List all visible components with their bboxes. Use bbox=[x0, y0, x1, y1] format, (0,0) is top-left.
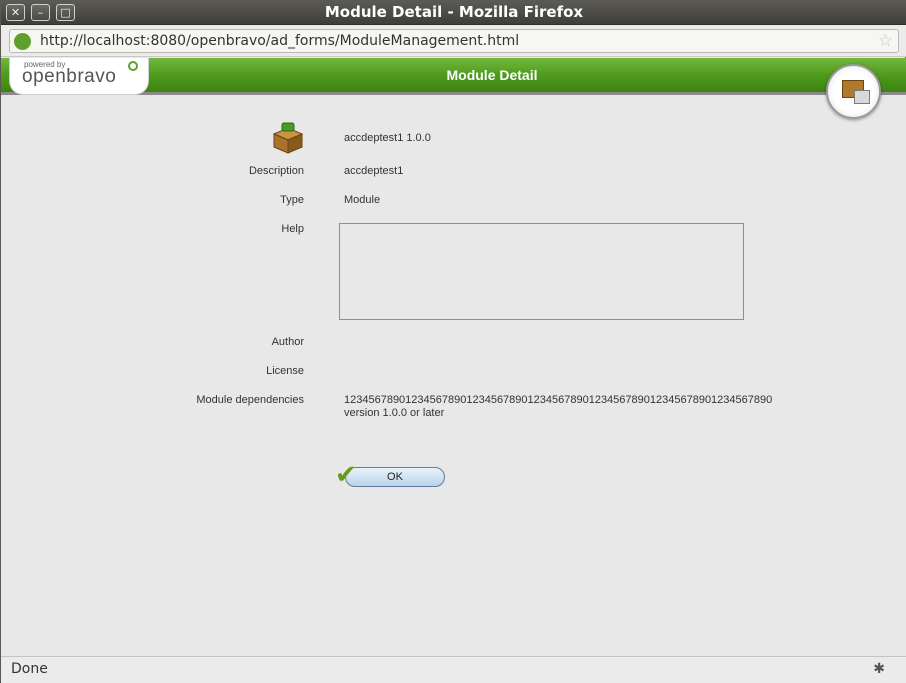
browser-window: ✕ – □ Module Detail - Mozilla Firefox ht… bbox=[0, 0, 906, 683]
url-text: http://localhost:8080/openbravo/ad_forms… bbox=[40, 33, 520, 49]
help-label: Help bbox=[281, 223, 304, 235]
page-title: Module Detail bbox=[446, 67, 538, 83]
badge-monitor-shape bbox=[854, 90, 870, 104]
ok-button[interactable]: OK ✔ bbox=[335, 460, 447, 490]
url-input[interactable]: http://localhost:8080/openbravo/ad_forms… bbox=[9, 29, 899, 53]
app-header: powered by openbravo Module Detail bbox=[1, 58, 906, 95]
description-label: Description bbox=[248, 165, 304, 177]
ok-button-label[interactable]: OK bbox=[355, 467, 435, 487]
status-text: Done bbox=[11, 661, 48, 677]
openbravo-site-icon bbox=[14, 33, 31, 50]
type-label: Type bbox=[280, 194, 304, 206]
dependency-name: 1234567890123456789012345678901234567890… bbox=[344, 394, 773, 406]
module-management-icon bbox=[826, 64, 881, 119]
dependencies-label: Module dependencies bbox=[196, 394, 304, 406]
module-package-icon bbox=[272, 122, 304, 154]
window-title: Module Detail - Mozilla Firefox bbox=[324, 3, 584, 21]
status-bar: Done ✱ bbox=[1, 656, 906, 683]
star-icon[interactable]: ☆ bbox=[878, 31, 893, 51]
dependency-version: version 1.0.0 or later bbox=[344, 407, 445, 419]
page-content: powered by openbravo Module Detail accde… bbox=[1, 58, 906, 656]
description-value: accdeptest1 bbox=[344, 165, 404, 177]
help-text-area[interactable] bbox=[339, 223, 744, 320]
author-label: Author bbox=[271, 336, 304, 348]
title-bar: ✕ – □ Module Detail - Mozilla Firefox bbox=[1, 1, 906, 25]
navigation-bar: http://localhost:8080/openbravo/ad_forms… bbox=[1, 25, 906, 57]
module-name-version: accdeptest1 1.0.0 bbox=[344, 132, 431, 144]
debug-bug-icon[interactable]: ✱ bbox=[873, 661, 885, 677]
type-value: Module bbox=[344, 194, 381, 206]
license-label: License bbox=[266, 365, 304, 377]
check-icon: ✔ bbox=[335, 460, 357, 490]
